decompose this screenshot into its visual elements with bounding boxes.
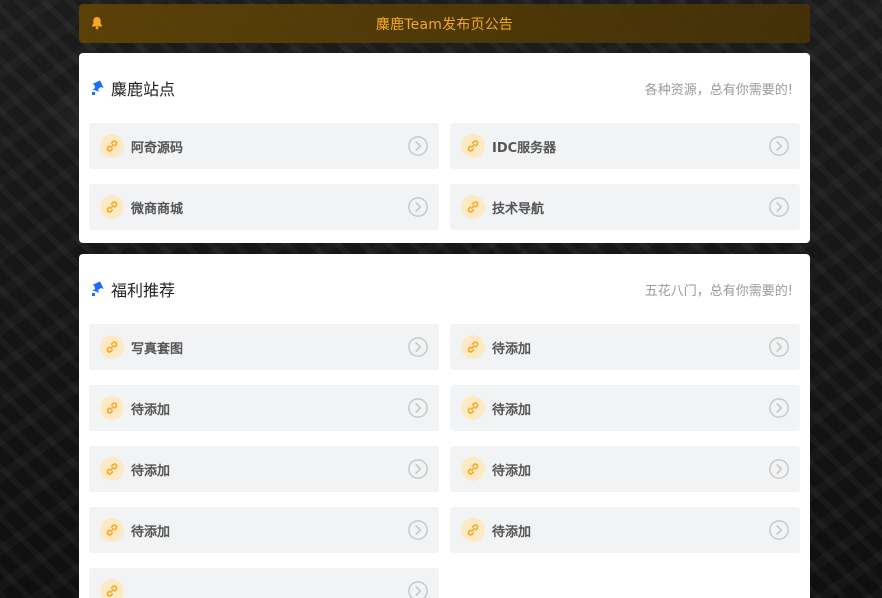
section-header: 麋鹿站点 各种资源，总有你需要的! — [89, 53, 800, 123]
link-label: 待添加 — [131, 402, 171, 418]
section-header: 福利推荐 五花八门，总有你需要的! — [89, 254, 800, 324]
link-item[interactable]: 待添加 — [450, 507, 800, 553]
link-item[interactable]: 待添加 — [89, 507, 439, 553]
link-item[interactable]: 技术导航 — [450, 184, 800, 230]
link-icon — [461, 335, 485, 359]
section-welfare: 福利推荐 五花八门，总有你需要的! 写真套图 待添加 待添加 待添加 待添加 待… — [79, 254, 810, 598]
section-title-group: 麋鹿站点 — [91, 76, 175, 100]
link-item[interactable]: 待添加 — [450, 446, 800, 492]
announcement-bar[interactable]: 麋鹿Team发布页公告 — [79, 4, 810, 43]
link-item[interactable]: 待添加 — [450, 324, 800, 370]
link-item[interactable]: 待添加 — [89, 385, 439, 431]
page-container: 麋鹿Team发布页公告 麋鹿站点 各种资源，总有你需要的! 阿奇源码 IDC服务… — [79, 4, 810, 598]
chevron-right-circle-icon[interactable] — [768, 135, 790, 157]
chevron-right-circle-icon[interactable] — [407, 580, 429, 598]
link-icon — [100, 518, 124, 542]
chevron-right-circle-icon[interactable] — [407, 397, 429, 419]
link-label: 待添加 — [131, 463, 171, 479]
link-label: 待添加 — [492, 524, 532, 540]
section-title: 麋鹿站点 — [111, 80, 176, 99]
link-icon — [100, 579, 124, 598]
section-title: 福利推荐 — [111, 281, 176, 300]
link-icon — [461, 134, 485, 158]
chevron-right-circle-icon[interactable] — [768, 519, 790, 541]
link-icon — [100, 396, 124, 420]
pin-icon — [92, 281, 104, 296]
link-item[interactable]: 待添加 — [450, 385, 800, 431]
section-site: 麋鹿站点 各种资源，总有你需要的! 阿奇源码 IDC服务器 微商商城 技术导航 — [79, 53, 810, 243]
section-subtitle: 五花八门，总有你需要的! — [644, 283, 793, 299]
link-label: 微商商城 — [131, 201, 184, 217]
link-icon — [100, 457, 124, 481]
link-icon — [461, 195, 485, 219]
chevron-right-circle-icon[interactable] — [768, 458, 790, 480]
chevron-right-circle-icon[interactable] — [407, 336, 429, 358]
link-icon — [461, 457, 485, 481]
link-item[interactable]: 写真套图 — [89, 324, 439, 370]
announcement-text: 麋鹿Team发布页公告 — [375, 16, 514, 33]
link-label: 待添加 — [492, 463, 532, 479]
section-subtitle: 各种资源，总有你需要的! — [644, 82, 793, 98]
link-label: 阿奇源码 — [131, 140, 184, 156]
chevron-right-circle-icon[interactable] — [407, 135, 429, 157]
link-grid: 阿奇源码 IDC服务器 微商商城 技术导航 — [89, 123, 800, 230]
link-icon — [100, 195, 124, 219]
link-label: 待添加 — [492, 402, 532, 418]
link-grid: 写真套图 待添加 待添加 待添加 待添加 待添加 待添加 待添加 — [89, 324, 800, 598]
link-item[interactable] — [89, 568, 439, 598]
link-label: 写真套图 — [131, 341, 184, 357]
chevron-right-circle-icon[interactable] — [407, 196, 429, 218]
link-icon — [100, 134, 124, 158]
link-icon — [461, 396, 485, 420]
chevron-right-circle-icon[interactable] — [407, 458, 429, 480]
link-label: 待添加 — [492, 341, 532, 357]
link-label: IDC服务器 — [492, 140, 557, 156]
link-label: 技术导航 — [492, 201, 545, 217]
link-icon — [100, 335, 124, 359]
link-item[interactable]: 微商商城 — [89, 184, 439, 230]
link-item[interactable]: 阿奇源码 — [89, 123, 439, 169]
section-title-group: 福利推荐 — [91, 277, 175, 301]
pin-icon — [92, 80, 104, 95]
link-label: 待添加 — [131, 524, 171, 540]
chevron-right-circle-icon[interactable] — [768, 336, 790, 358]
bell-icon — [92, 17, 102, 30]
chevron-right-circle-icon[interactable] — [407, 519, 429, 541]
link-item[interactable]: 待添加 — [89, 446, 439, 492]
chevron-right-circle-icon[interactable] — [768, 196, 790, 218]
chevron-right-circle-icon[interactable] — [768, 397, 790, 419]
link-item[interactable]: IDC服务器 — [450, 123, 800, 169]
link-icon — [461, 518, 485, 542]
